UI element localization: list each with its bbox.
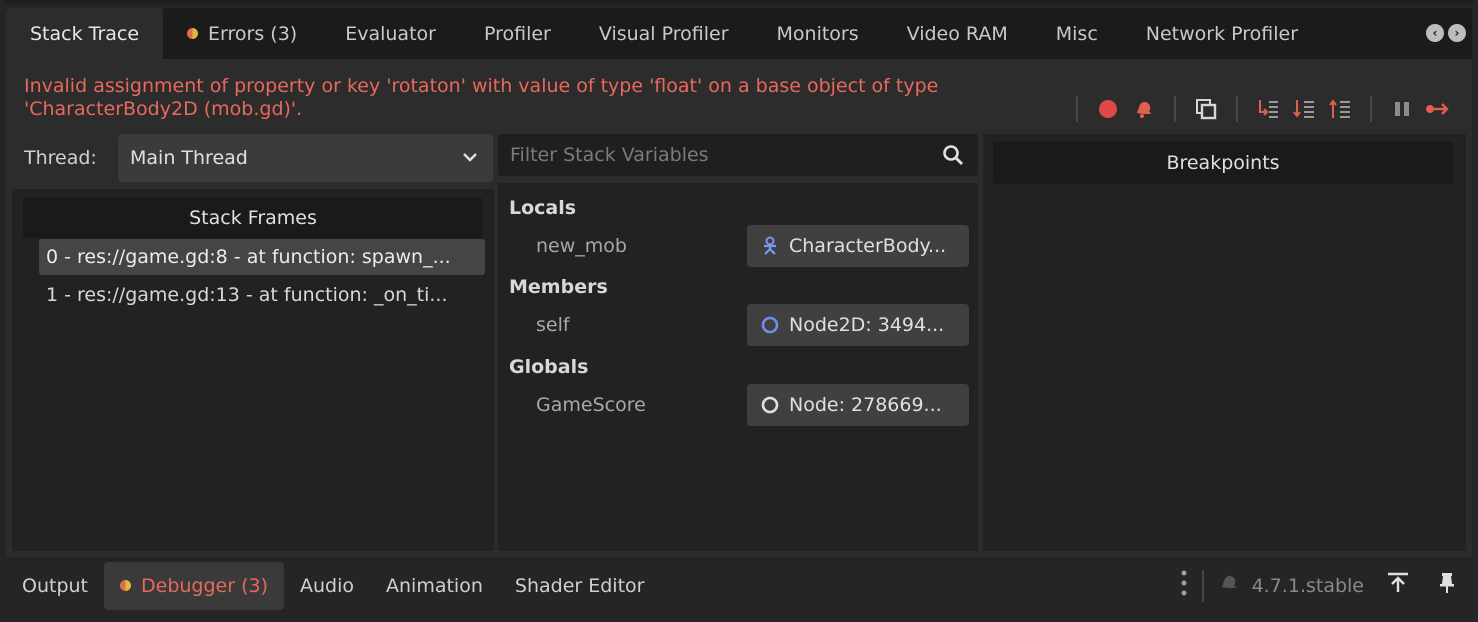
toolbar-separator <box>1076 96 1078 122</box>
members-section-heading: Members <box>509 276 608 298</box>
variable-value-button[interactable]: Node2D: 3494... <box>747 304 969 346</box>
character-body-icon <box>759 235 781 257</box>
toolbar-separator <box>1236 96 1238 122</box>
alert-icon[interactable] <box>1126 93 1162 125</box>
tab-monitors[interactable]: Monitors <box>753 8 883 59</box>
stack-frame-row[interactable]: 1 - res://game.gd:13 - at function: _on_… <box>39 277 485 313</box>
error-message: Invalid assignment of property or key 'r… <box>24 75 939 120</box>
pin-icon[interactable] <box>1438 572 1456 599</box>
continue-icon[interactable] <box>1420 93 1456 125</box>
thread-select-value: Main Thread <box>130 147 248 169</box>
step-into-icon[interactable] <box>1250 93 1286 125</box>
tab-label: Network Profiler <box>1145 22 1299 45</box>
bottom-tab-label: Animation <box>386 574 483 597</box>
bottom-tab-label: Output <box>22 574 88 597</box>
locals-section-heading: Locals <box>509 197 577 219</box>
bottom-tab-shader-editor[interactable]: Shader Editor <box>499 562 661 610</box>
variable-value: Node2D: 3494... <box>789 314 945 336</box>
bottom-tab-label: Shader Editor <box>514 574 645 597</box>
bottom-bar-right: 4.7.1.stable <box>1180 557 1456 614</box>
variable-value: CharacterBody... <box>789 235 947 257</box>
more-options-icon[interactable] <box>1180 569 1188 602</box>
bottom-tab-audio[interactable]: Audio <box>284 562 370 610</box>
node2d-icon <box>759 314 781 336</box>
copy-icon[interactable] <box>1188 93 1224 125</box>
error-dot-icon <box>187 28 199 39</box>
tab-label: Misc <box>1055 22 1098 45</box>
bottom-tab-label: Audio <box>300 574 355 597</box>
bottom-separator <box>1201 569 1204 602</box>
bottom-tab-animation[interactable]: Animation <box>370 562 499 610</box>
version-label: 4.7.1.stable <box>1251 574 1364 597</box>
bottom-tab-output[interactable]: Output <box>6 562 104 610</box>
chevron-left-icon[interactable]: ‹ <box>1426 24 1444 42</box>
stack-variables-panel: Locals new_mob CharacterBody... Members … <box>498 183 978 551</box>
variable-value-button[interactable]: Node: 278669... <box>747 384 969 426</box>
tab-video-ram[interactable]: Video RAM <box>883 8 1032 59</box>
record-icon[interactable] <box>1090 93 1126 125</box>
variable-name: GameScore <box>536 394 646 416</box>
thread-select[interactable]: Main Thread <box>118 134 493 182</box>
variable-name: new_mob <box>536 235 627 257</box>
tab-visual-profiler[interactable]: Visual Profiler <box>575 8 753 59</box>
variable-value: Node: 278669... <box>789 394 942 416</box>
tab-misc[interactable]: Misc <box>1032 8 1122 59</box>
tab-label: Profiler <box>483 22 551 45</box>
tab-label: Monitors <box>776 22 859 45</box>
tab-stack-trace[interactable]: Stack Trace <box>6 8 164 59</box>
tab-label: Video RAM <box>906 22 1008 45</box>
variable-value-button[interactable]: CharacterBody... <box>747 225 969 267</box>
stack-frames-header: Stack Frames <box>23 198 483 238</box>
thread-label: Thread: <box>24 147 97 169</box>
debugger-toolbar <box>1064 93 1456 125</box>
tab-profiler[interactable]: Profiler <box>460 8 575 59</box>
variable-name: self <box>536 314 570 336</box>
bottom-tab-label: Debugger (3) <box>141 574 268 597</box>
toolbar-separator <box>1174 96 1176 122</box>
toolbar-separator <box>1370 96 1372 122</box>
tab-label: Visual Profiler <box>598 22 729 45</box>
update-spinner-icon[interactable] <box>1218 572 1240 599</box>
node-icon <box>759 394 781 416</box>
search-icon <box>942 144 964 171</box>
top-edge <box>4 0 1474 5</box>
bottom-tab-debugger[interactable]: Debugger (3) <box>104 561 284 610</box>
expand-panel-icon[interactable] <box>1386 572 1410 599</box>
bottom-panel-bar: Output Debugger (3) Audio Animation Shad… <box>6 557 1472 614</box>
breakpoints-header: Breakpoints <box>993 142 1453 184</box>
debugger-tab-bar: Stack Trace Errors (3) Evaluator Profile… <box>6 8 1472 59</box>
stack-frame-row[interactable]: 0 - res://game.gd:8 - at function: spawn… <box>39 239 485 275</box>
step-over-icon[interactable] <box>1286 93 1322 125</box>
chevron-right-icon[interactable]: › <box>1448 24 1466 42</box>
pause-icon[interactable] <box>1384 93 1420 125</box>
tab-network-profiler[interactable]: Network Profiler <box>1122 8 1322 59</box>
chevron-down-icon <box>461 148 479 171</box>
step-out-icon[interactable] <box>1322 93 1358 125</box>
tab-scroll-controls: ‹ › <box>1426 24 1466 42</box>
tab-evaluator[interactable]: Evaluator <box>321 8 460 59</box>
tab-label: Errors (3) <box>208 22 298 45</box>
globals-section-heading: Globals <box>509 356 589 378</box>
tab-errors[interactable]: Errors (3) <box>163 8 321 59</box>
tab-label: Evaluator <box>345 22 436 45</box>
breakpoints-panel: Breakpoints <box>983 134 1466 551</box>
tab-label: Stack Trace <box>30 22 140 45</box>
filter-stack-variables-input[interactable]: Filter Stack Variables <box>498 134 978 176</box>
error-dot-icon <box>120 580 131 591</box>
stack-frames-panel: Stack Frames 0 - res://game.gd:8 - at fu… <box>12 189 494 551</box>
debugger-panel: Stack Trace Errors (3) Evaluator Profile… <box>0 0 1478 622</box>
stack-trace-view: Invalid assignment of property or key 'r… <box>6 59 1472 557</box>
filter-placeholder: Filter Stack Variables <box>510 144 709 166</box>
